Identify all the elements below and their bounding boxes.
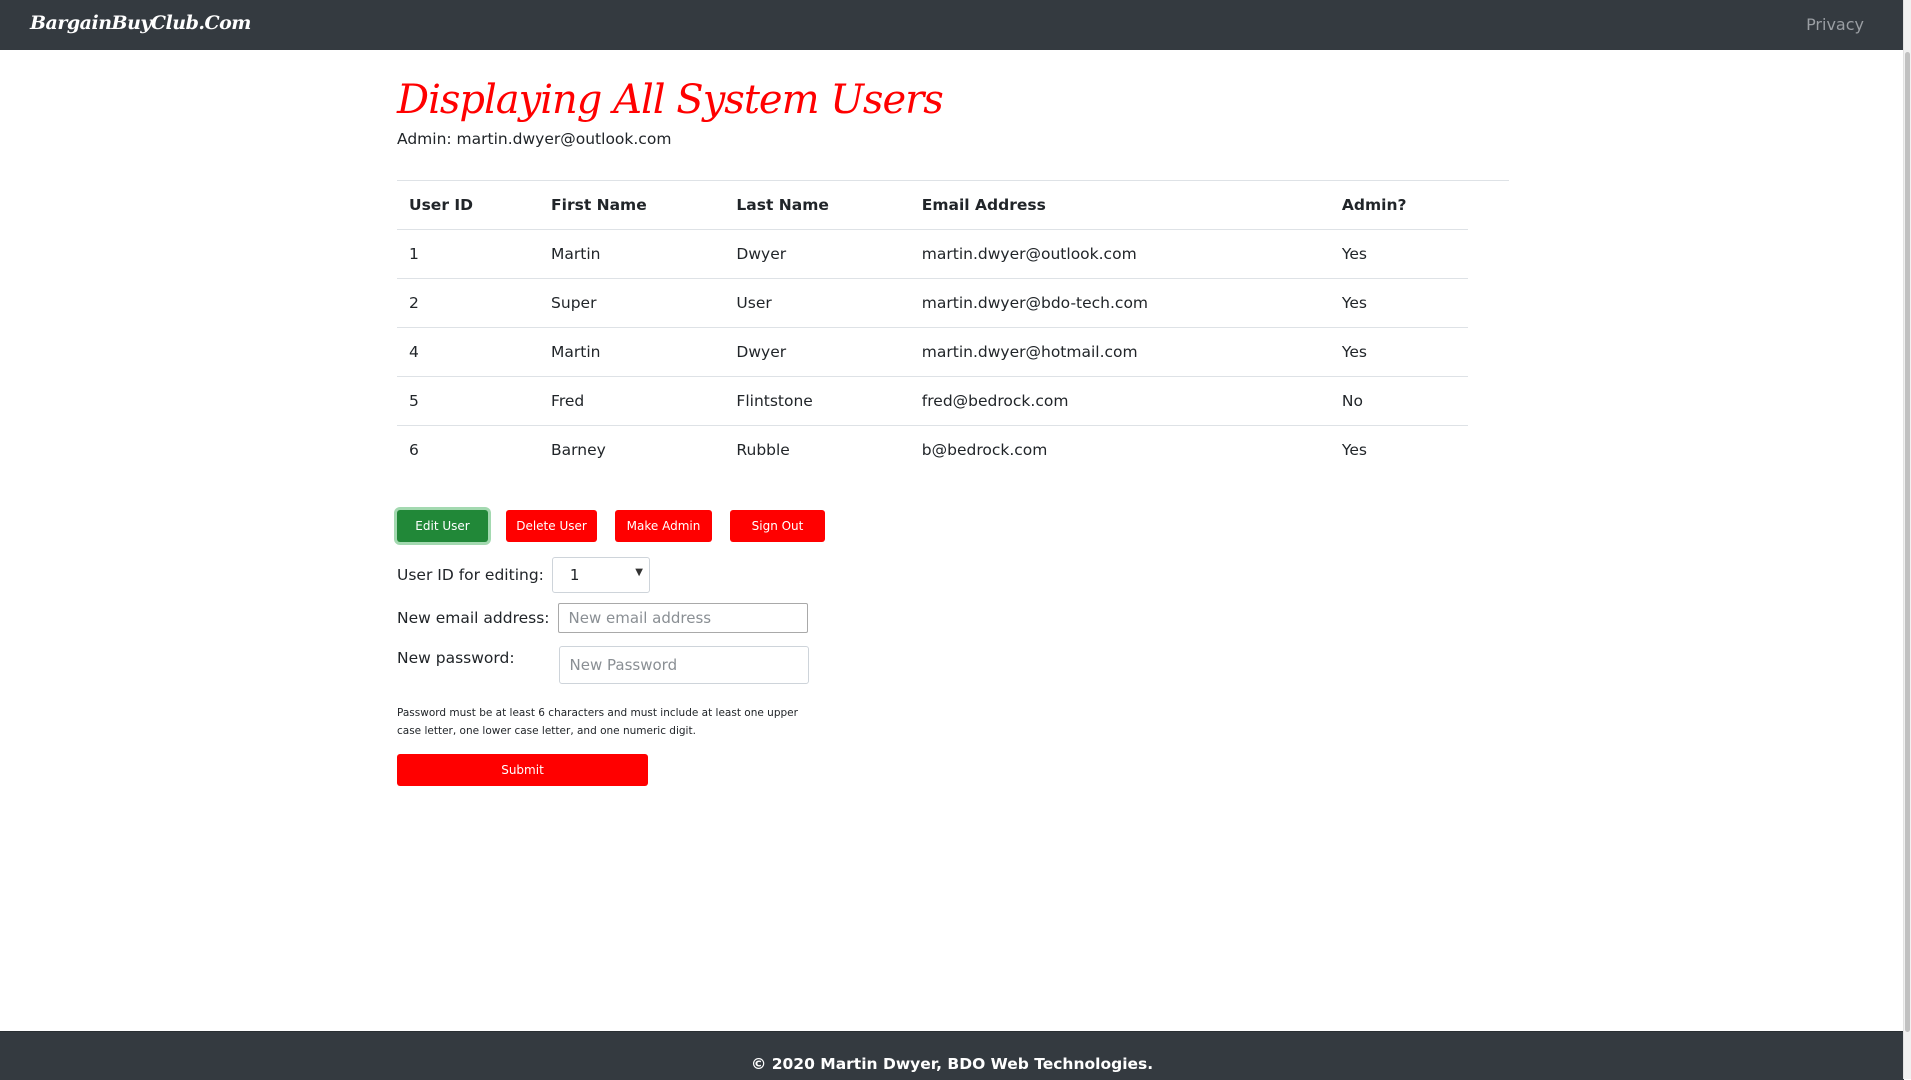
submit-button[interactable]: Submit: [397, 754, 648, 786]
cell-last-name: User: [724, 278, 910, 328]
footer: © 2020 Martin Dwyer, BDO Web Technologie…: [0, 1031, 1904, 1080]
table-row: 1 Martin Dwyer martin.dwyer@outlook.com …: [397, 229, 1468, 279]
cell-user-id: 1: [397, 229, 540, 279]
caret-down-icon: ▼: [635, 567, 643, 578]
privacy-link[interactable]: Privacy: [1806, 15, 1864, 34]
column-header-first-name: First Name: [539, 181, 725, 230]
cell-first-name: Martin: [539, 327, 725, 377]
table-header-row: User ID First Name Last Name Email Addre…: [397, 181, 1468, 230]
user-id-row: User ID for editing: 1 ▼: [397, 557, 1509, 593]
cell-email: martin.dwyer@outlook.com: [909, 229, 1330, 279]
column-header-email: Email Address: [909, 181, 1330, 230]
cell-email: martin.dwyer@bdo-tech.com: [909, 278, 1330, 328]
admin-email-label: Admin: martin.dwyer@outlook.com: [397, 130, 672, 148]
top-navbar: BargainBuyClub.Com Privacy: [0, 0, 1904, 50]
cell-last-name: Flintstone: [724, 376, 910, 426]
edit-user-button[interactable]: Edit User: [397, 510, 488, 542]
password-help-text: Password must be at least 6 characters a…: [397, 707, 798, 737]
email-label: New email address:: [397, 609, 550, 627]
brand-logo[interactable]: BargainBuyClub.Com: [30, 12, 251, 34]
user-id-selected-value: 1: [569, 566, 580, 584]
cell-email: b@bedrock.com: [921, 441, 1048, 459]
sign-out-button[interactable]: Sign Out: [730, 510, 825, 542]
cell-admin: Yes: [1329, 278, 1468, 328]
cell-email: fred@bedrock.com: [909, 376, 1330, 426]
page-scrollbar[interactable]: [1903, 0, 1911, 1079]
user-id-select[interactable]: 1 ▼: [551, 557, 650, 593]
cell-user-id: 4: [397, 327, 540, 377]
users-table: User ID First Name Last Name Email Addre…: [397, 181, 1468, 474]
cell-user-id: 5: [397, 376, 540, 426]
page-title: Displaying All System Users: [397, 77, 944, 123]
main-content: Displaying All System Users Admin: marti…: [397, 70, 1509, 786]
delete-user-button[interactable]: Delete User: [506, 510, 597, 542]
password-label: New password:: [397, 649, 515, 667]
cell-user-id: 6: [409, 441, 419, 459]
cell-first-name: Super: [539, 278, 725, 328]
action-button-row: Edit User Delete User Make Admin Sign Ou…: [397, 510, 1509, 542]
cell-admin: Yes: [1329, 327, 1468, 377]
make-admin-button[interactable]: Make Admin: [615, 510, 712, 542]
user-id-label: User ID for editing:: [397, 566, 544, 584]
cell-last-name: Rubble: [736, 441, 790, 459]
new-email-input[interactable]: [557, 603, 808, 633]
column-header-user-id: User ID: [397, 181, 540, 230]
users-table-container: User ID First Name Last Name Email Addre…: [397, 180, 1509, 474]
cell-first-name: Barney: [551, 441, 606, 459]
cell-last-name: Dwyer: [724, 229, 910, 279]
email-row: New email address:: [397, 603, 1509, 633]
cell-user-id: 2: [397, 278, 540, 328]
column-header-last-name: Last Name: [724, 181, 910, 230]
cell-admin: Yes: [1341, 441, 1367, 459]
table-row: 6 Barney Rubble b@bedrock.com Yes: [397, 426, 1468, 475]
cell-admin: No: [1329, 376, 1468, 426]
cell-admin: Yes: [1329, 229, 1468, 279]
cell-last-name: Dwyer: [724, 327, 910, 377]
cell-email: martin.dwyer@hotmail.com: [909, 327, 1330, 377]
cell-first-name: Fred: [539, 376, 725, 426]
table-row: 2 Super User martin.dwyer@bdo-tech.com Y…: [397, 278, 1468, 328]
column-header-admin: Admin?: [1329, 181, 1468, 230]
footer-copyright: © 2020 Martin Dwyer, BDO Web Technologie…: [750, 1055, 1154, 1073]
new-password-input[interactable]: [558, 646, 809, 684]
table-row: 5 Fred Flintstone fred@bedrock.com No: [397, 376, 1468, 426]
cell-first-name: Martin: [539, 229, 725, 279]
table-row: 4 Martin Dwyer martin.dwyer@hotmail.com …: [397, 327, 1468, 377]
scrollbar-thumb[interactable]: [1905, 52, 1910, 1032]
password-row: New password:: [397, 646, 1509, 684]
